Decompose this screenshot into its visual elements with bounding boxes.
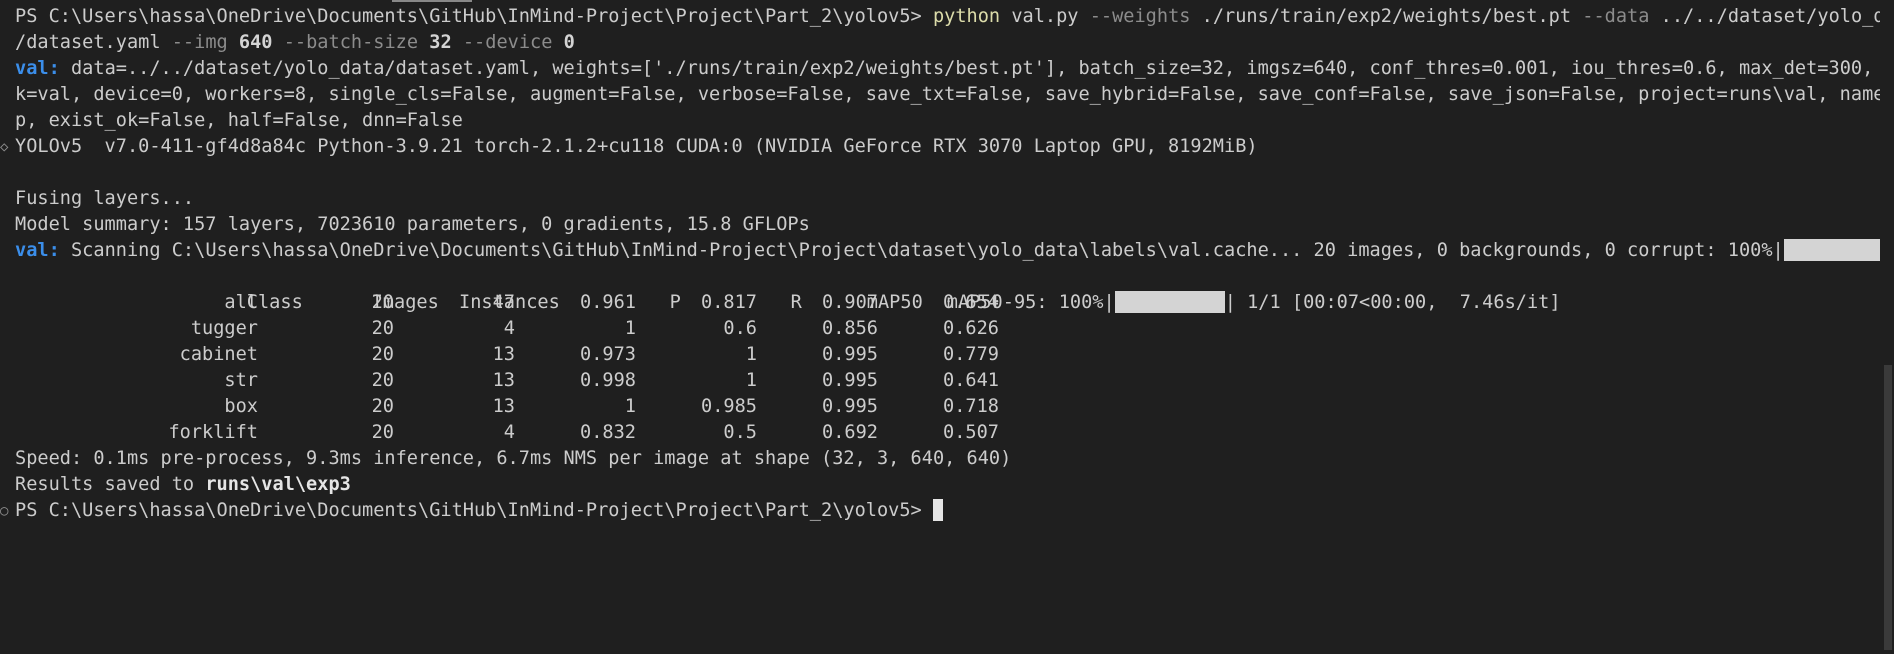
table-cell: 0.995 — [822, 370, 878, 391]
model-summary-line: Model summary: 157 layers, 7023610 param… — [15, 214, 810, 235]
table-cell: 0.907 — [822, 292, 878, 313]
table-cell: 1 — [745, 370, 757, 391]
diamond-marker-icon: ◇ — [0, 139, 9, 155]
table-cell: 0.626 — [943, 318, 999, 339]
circle-marker-icon: ○ — [0, 503, 9, 519]
version-line: ◇ YOLOv5 v7.0-411-gf4d8a84c Python-3.9.21… — [0, 134, 1894, 160]
speed-line: Speed: 0.1ms pre-process, 9.3ms inferenc… — [15, 448, 1012, 469]
results-table: all 20 47 0.961 0.817 0.907 0.654 tugger 20 4 1 0.6… — [15, 290, 1894, 446]
table-cell: 13 — [492, 344, 515, 365]
val-tag-2: val: — [15, 240, 60, 261]
val-args-line-3: p, exist_ok=False, half=False, dnn=False — [15, 110, 463, 131]
command-exe: python — [932, 6, 1001, 27]
table-cell: 0.654 — [943, 292, 999, 313]
table-cell: 20 — [371, 292, 394, 313]
results-line: Results saved to runs\val\exp3 — [15, 472, 1894, 498]
table-cell: all — [224, 292, 258, 313]
table-cell: str — [224, 370, 258, 391]
table-header-row: Class Images Instances P RmAP50 mAP50-95: 100… — [15, 264, 1894, 313]
table-cell: 0.641 — [943, 370, 999, 391]
scanning-text: Scanning C:\Users\hassa\OneDrive\Documen… — [70, 240, 1784, 261]
flag-device: --device — [462, 32, 553, 53]
table-cell: 0.718 — [943, 396, 999, 417]
fusing-line: Fusing layers... — [15, 188, 195, 209]
table-cell: 0.832 — [580, 422, 636, 443]
command-line-2: /dataset.yaml --img 640 --batch-size 32 … — [15, 30, 1894, 56]
batch-arg: 32 — [429, 32, 452, 53]
table-cell: 20 — [371, 396, 394, 417]
table-cell: box — [224, 396, 258, 417]
scan-progress-bar — [1783, 239, 1894, 261]
eval-progress-bar — [1114, 291, 1225, 313]
header-progress-suffix: | 1/1 [00:07<00:00, 7.46s/it] — [1224, 292, 1561, 313]
table-cell: 0.995 — [822, 344, 878, 365]
vertical-scrollbar[interactable] — [1880, 0, 1894, 654]
scan-progress-fill — [1783, 239, 1894, 261]
command-line-1: PS C:\Users\hassa\OneDrive\Documents\Git… — [15, 4, 1894, 30]
table-cell: tugger — [190, 318, 258, 339]
table-row: box 20 13 1 0.985 0.995 0.718 — [15, 394, 1894, 420]
text-cursor[interactable] — [932, 499, 943, 521]
results-prefix: Results saved to — [15, 474, 206, 495]
final-prompt: PS C:\Users\hassa\OneDrive\Documents\Git… — [15, 500, 922, 521]
table-cell: 20 — [371, 422, 394, 443]
table-cell: 13 — [492, 396, 515, 417]
table-cell: 0.985 — [701, 396, 757, 417]
command-script: val.py — [1011, 6, 1079, 27]
table-cell: 0.779 — [943, 344, 999, 365]
data-arg-part1: ../../dataset/yolo_data — [1660, 6, 1894, 27]
table-cell: 20 — [371, 344, 394, 365]
val-tag: val: — [15, 58, 60, 79]
table-cell: 0.961 — [580, 292, 636, 313]
table-cell: 47 — [492, 292, 515, 313]
table-cell: 0.692 — [822, 422, 878, 443]
table-cell: 0.856 — [822, 318, 878, 339]
table-cell: 0.5 — [723, 422, 757, 443]
table-cell: 1 — [624, 396, 636, 417]
img-arg: 640 — [238, 32, 273, 53]
table-cell: 0.998 — [580, 370, 636, 391]
table-cell: 1 — [745, 344, 757, 365]
scroll-thumb[interactable] — [1884, 365, 1892, 650]
flag-batch: --batch-size — [283, 32, 419, 53]
table-cell: 0.995 — [822, 396, 878, 417]
version-text: YOLOv5 v7.0-411-gf4d8a84c Python-3.9.21 … — [15, 136, 1258, 157]
flag-data: --data — [1582, 6, 1650, 27]
val-args-text: data=../../dataset/yolo_data/dataset.yam… — [70, 58, 1894, 79]
table-cell: cabinet — [179, 344, 258, 365]
table-row: str 20 13 0.998 1 0.995 0.641 — [15, 368, 1894, 394]
table-cell: 0.507 — [943, 422, 999, 443]
table-row: forklift 20 4 0.832 0.5 0.692 0.507 — [15, 420, 1894, 446]
data-arg-part2: /dataset.yaml — [15, 32, 161, 53]
flag-weights: --weights — [1089, 6, 1191, 27]
table-cell: 4 — [503, 422, 515, 443]
table-cell: 0.6 — [723, 318, 757, 339]
table-cell: forklift — [168, 422, 258, 443]
terminal-window[interactable]: PS C:\Users\hassa\OneDrive\Documents\Git… — [0, 0, 1894, 654]
table-cell: 1 — [624, 318, 636, 339]
results-path: runs\val\exp3 — [205, 474, 351, 495]
flag-img: --img — [171, 32, 228, 53]
device-arg: 0 — [563, 32, 575, 53]
val-args-line-1: val: data=../../dataset/yolo_data/datase… — [15, 56, 1894, 82]
table-cell: 13 — [492, 370, 515, 391]
table-row: all 20 47 0.961 0.817 0.907 0.654 — [15, 290, 1894, 316]
table-cell: 20 — [371, 318, 394, 339]
scanning-line: val: Scanning C:\Users\hassa\OneDrive\Do… — [15, 238, 1894, 264]
tab-indicator — [392, 0, 472, 2]
table-row: cabinet 20 13 0.973 1 0.995 0.779 — [15, 342, 1894, 368]
table-cell: 0.973 — [580, 344, 636, 365]
table-cell: 0.817 — [701, 292, 757, 313]
table-cell: 4 — [503, 318, 515, 339]
val-args-line-2: k=val, device=0, workers=8, single_cls=F… — [15, 84, 1894, 105]
table-cell: 20 — [371, 370, 394, 391]
weights-arg: ./runs/train/exp2/weights/best.pt — [1201, 6, 1572, 27]
table-row: tugger 20 4 1 0.6 0.856 0.626 — [15, 316, 1894, 342]
prompt: PS C:\Users\hassa\OneDrive\Documents\Git… — [15, 6, 922, 27]
final-prompt-line[interactable]: ○ PS C:\Users\hassa\OneDrive\Documents\Gi… — [0, 498, 1894, 524]
eval-progress-fill — [1114, 291, 1225, 313]
